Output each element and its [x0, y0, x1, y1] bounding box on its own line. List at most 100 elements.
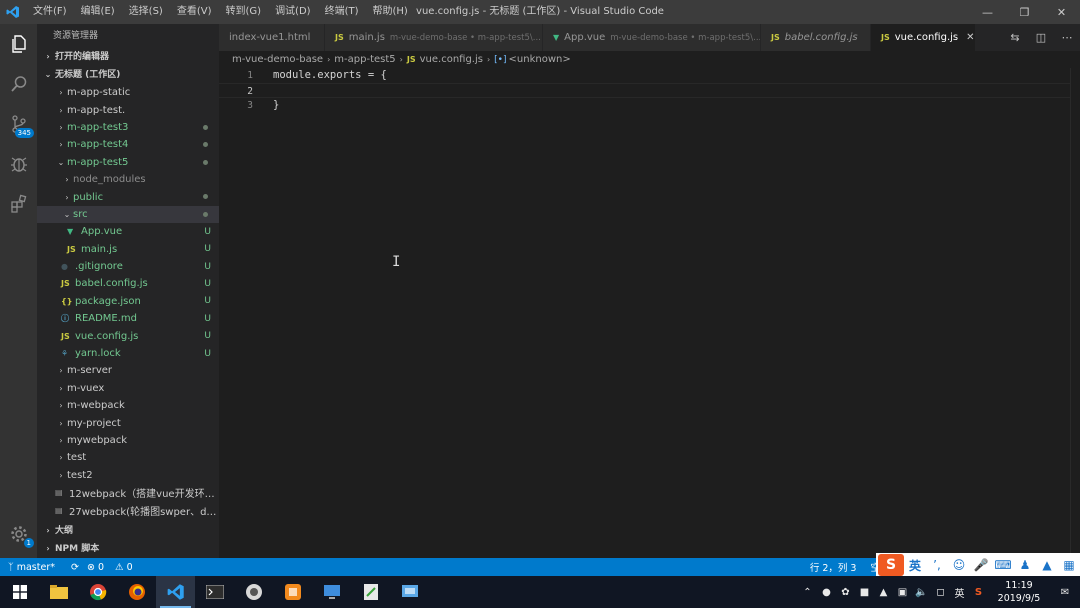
tree-folder[interactable]: › m-app-test.	[37, 101, 219, 118]
problems-indicator[interactable]: ⊗ 0 ⚠ 0	[87, 562, 141, 573]
orange-app-icon[interactable]	[273, 576, 312, 608]
tree-folder[interactable]: › my-project	[37, 414, 219, 431]
emoji-icon[interactable]: ☺	[948, 554, 970, 576]
tree-file[interactable]: ⚘ yarn.lock U	[37, 345, 219, 362]
chrome-icon[interactable]	[78, 576, 117, 608]
tree-folder[interactable]: ⌄ src	[37, 205, 219, 224]
tree-file[interactable]: ▼ App.vue U	[37, 223, 219, 240]
tree-folder[interactable]: › node_modules	[37, 171, 219, 188]
tree-file[interactable]: JS vue.config.js U	[37, 327, 219, 344]
network-icon[interactable]: ▣	[893, 587, 912, 598]
tree-folder[interactable]: › test	[37, 449, 219, 466]
microphone-icon[interactable]: 🎤	[970, 554, 992, 576]
more-actions-icon[interactable]: ⋯	[1054, 31, 1080, 44]
volume-icon[interactable]: 🔈	[912, 587, 931, 598]
tray-app-icon[interactable]: ✿	[836, 587, 855, 598]
monitor-app-icon[interactable]	[390, 576, 429, 608]
tray-app-icon[interactable]: ▲	[874, 587, 893, 598]
menu-help[interactable]: 帮助(H)	[366, 0, 415, 24]
windows-start-icon[interactable]	[0, 576, 39, 608]
tree-file[interactable]: JS main.js U	[37, 241, 219, 258]
tree-file[interactable]: ● .gitignore U	[37, 258, 219, 275]
tray-app-icon[interactable]: ●	[817, 587, 836, 598]
tree-folder[interactable]: ⌄ m-app-test5	[37, 154, 219, 171]
menu-file[interactable]: 文件(F)	[26, 0, 74, 24]
tree-folder[interactable]: › m-webpack	[37, 397, 219, 414]
tree-folder[interactable]: › m-server	[37, 362, 219, 379]
breadcrumb-file[interactable]: vue.config.js	[420, 54, 483, 65]
tray-language[interactable]: 英	[950, 585, 969, 600]
keyboard-icon[interactable]: ⌨	[992, 554, 1014, 576]
vertical-scrollbar[interactable]	[1070, 68, 1080, 558]
notifications-icon[interactable]: ✉	[1050, 587, 1080, 598]
menu-debug[interactable]: 调试(D)	[268, 0, 318, 24]
menu-view[interactable]: 查看(V)	[170, 0, 219, 24]
show-hidden-icons-icon[interactable]: ⌃	[798, 587, 817, 598]
outline-section[interactable]: › 大纲	[37, 522, 219, 540]
split-editor-icon[interactable]: ◫	[1028, 31, 1054, 44]
close-tab-icon[interactable]: ✕	[966, 32, 974, 43]
code-line[interactable]: 1 module.exports = {	[219, 68, 1080, 83]
sync-icon[interactable]: ⟳	[71, 562, 79, 573]
app-round-icon[interactable]	[234, 576, 273, 608]
user-icon[interactable]: ♟	[1014, 554, 1036, 576]
menu-edit[interactable]: 编辑(E)	[74, 0, 122, 24]
restore-icon[interactable]: ❐	[1006, 0, 1043, 24]
breadcrumb-folder[interactable]: m-app-test5	[334, 54, 395, 65]
minimize-icon[interactable]: —	[969, 0, 1006, 24]
tree-folder[interactable]: › m-app-test3	[37, 119, 219, 136]
code-line[interactable]: 3 }	[219, 98, 1080, 113]
tree-folder[interactable]: › m-app-static	[37, 84, 219, 101]
tree-file[interactable]: ▤ 27webpack(轮播图swper、dev...	[37, 501, 219, 518]
editor-tab[interactable]: ▼ App.vue m-vue-demo-base • m-app-test5\..…	[543, 24, 761, 51]
code-editor[interactable]: 1 module.exports = { 2 3 } I	[219, 68, 1080, 558]
tree-folder[interactable]: › m-vuex	[37, 380, 219, 397]
menu-go[interactable]: 转到(G)	[219, 0, 269, 24]
firefox-icon[interactable]	[117, 576, 156, 608]
grid-icon[interactable]: ▦	[1058, 554, 1080, 576]
search-icon[interactable]	[0, 64, 37, 104]
breadcrumb-project[interactable]: m-vue-demo-base	[232, 54, 323, 65]
tree-folder[interactable]: › public	[37, 188, 219, 205]
open-editors-section[interactable]: › 打开的编辑器	[37, 48, 219, 66]
editor-app-icon[interactable]	[351, 576, 390, 608]
cursor-position[interactable]: 行 2，列 3	[810, 560, 857, 574]
open-changes-icon[interactable]: ⇆	[1002, 31, 1028, 44]
tree-file[interactable]: ▤ 12webpack（搭建vue开发环境...	[37, 484, 219, 501]
tray-app-icon[interactable]: ■	[855, 587, 874, 598]
settings-gear-icon[interactable]: 1	[0, 514, 37, 554]
sogou-tray-icon[interactable]: S	[969, 587, 988, 598]
terminal-icon[interactable]	[195, 576, 234, 608]
sogou-logo-icon[interactable]: S	[878, 554, 904, 576]
menu-selection[interactable]: 选择(S)	[122, 0, 170, 24]
tree-folder[interactable]: › mywebpack	[37, 432, 219, 449]
tree-file[interactable]: JS babel.config.js U	[37, 275, 219, 292]
shirt-icon[interactable]: ▲	[1036, 554, 1058, 576]
editor-tab[interactable]: JS main.js m-vue-demo-base • m-app-test5\.…	[325, 24, 543, 51]
ime-language[interactable]: 英	[904, 554, 926, 576]
tree-folder[interactable]: › test2	[37, 467, 219, 484]
file-explorer-icon[interactable]	[39, 576, 78, 608]
punctuation-icon[interactable]: ’,	[926, 554, 948, 576]
tray-app-icon[interactable]: ◻	[931, 587, 950, 598]
clock[interactable]: 11:19 2019/9/5	[988, 579, 1050, 605]
editor-tab[interactable]: JS babel.config.js	[761, 24, 871, 51]
remote-desktop-icon[interactable]	[312, 576, 351, 608]
editor-tab[interactable]: index-vue1.html	[219, 24, 325, 51]
git-branch[interactable]: ᛉ master*	[8, 562, 63, 573]
extensions-icon[interactable]	[0, 184, 37, 224]
menu-terminal[interactable]: 终端(T)	[318, 0, 366, 24]
debug-icon[interactable]	[0, 144, 37, 184]
vscode-taskbar-icon[interactable]	[156, 576, 195, 608]
editor-tab[interactable]: JS vue.config.js ✕	[871, 24, 976, 51]
explorer-icon[interactable]	[0, 24, 37, 64]
tree-file[interactable]: {} package.json U	[37, 293, 219, 310]
source-control-icon[interactable]: 345	[0, 104, 37, 144]
line-code[interactable]: }	[273, 98, 279, 113]
close-window-icon[interactable]: ✕	[1043, 0, 1080, 24]
breadcrumb-symbol[interactable]: <unknown>	[509, 54, 571, 65]
workspace-section[interactable]: ⌄ 无标题 (工作区)	[37, 66, 219, 84]
npm-scripts-section[interactable]: › NPM 脚本	[37, 540, 219, 558]
tree-file[interactable]: ⓘ README.md U	[37, 310, 219, 327]
tree-folder[interactable]: › m-app-test4	[37, 136, 219, 153]
